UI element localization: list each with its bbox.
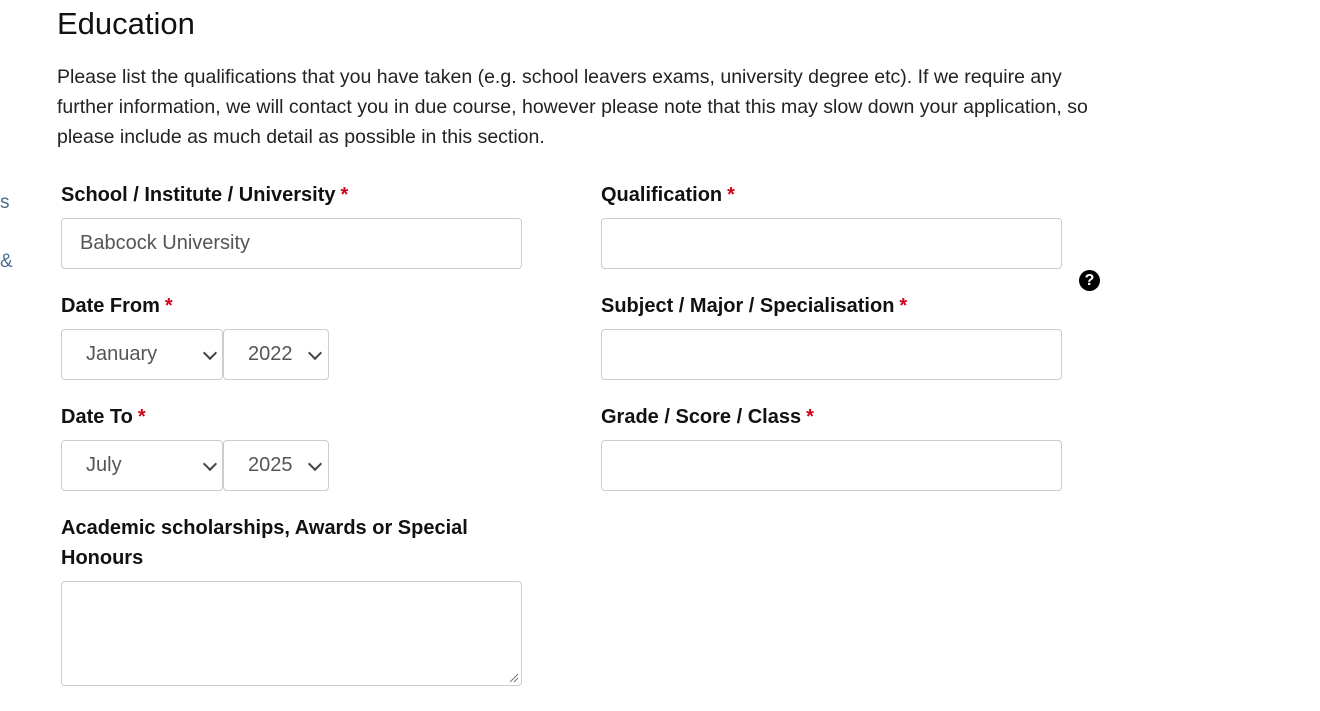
date-from-year-select[interactable]: 2022 <box>223 329 329 380</box>
date-to-month-select[interactable]: July <box>61 440 223 491</box>
grade-label: Grade / Score / Class * <box>601 402 814 432</box>
date-from-year-value: 2022 <box>248 343 293 365</box>
subject-input[interactable] <box>601 329 1062 380</box>
date-to-year-select[interactable]: 2025 <box>223 440 329 491</box>
required-marker: * <box>727 184 735 206</box>
sidebar-fragment[interactable]: & <box>0 251 13 273</box>
section-title: Education <box>57 6 195 41</box>
qualification-label: Qualification * <box>601 180 735 210</box>
date-from-month-value: January <box>86 343 158 365</box>
section-intro: Please list the qualifications that you … <box>57 66 1088 148</box>
qualification-label-text: Qualification <box>601 184 723 206</box>
chevron-down-icon <box>307 456 323 472</box>
subject-label: Subject / Major / Specialisation * <box>601 291 907 321</box>
school-label: School / Institute / University * <box>61 180 348 210</box>
chevron-down-icon <box>202 345 218 361</box>
required-marker: * <box>137 406 146 428</box>
awards-textarea[interactable] <box>61 581 522 686</box>
date-to-label: Date To * <box>61 402 146 432</box>
school-input[interactable] <box>61 218 522 269</box>
sidebar-fragment[interactable]: s <box>0 192 10 214</box>
date-from-label: Date From * <box>61 291 173 321</box>
required-marker: * <box>164 295 173 317</box>
chevron-down-icon <box>202 456 218 472</box>
resize-grip-icon[interactable] <box>507 671 519 683</box>
qualification-input[interactable] <box>601 218 1062 269</box>
chevron-down-icon <box>307 345 323 361</box>
school-label-text: School / Institute / University <box>61 184 336 206</box>
education-form-page: s & Education Please list the qualificat… <box>0 0 1320 711</box>
awards-label: Academic scholarships, Awards or Special… <box>61 517 468 569</box>
date-to-year-value: 2025 <box>248 454 293 476</box>
date-to-label-text: Date To <box>61 406 133 428</box>
required-marker: * <box>806 406 814 428</box>
required-marker: * <box>340 184 349 206</box>
date-from-label-text: Date From <box>61 295 160 317</box>
date-from-month-select[interactable]: January <box>61 329 223 380</box>
subject-label-text: Subject / Major / Specialisation <box>601 295 895 317</box>
required-marker: * <box>899 295 908 317</box>
grade-label-text: Grade / Score / Class <box>601 406 802 428</box>
grade-input[interactable] <box>601 440 1062 491</box>
question-circle-icon[interactable]: ? <box>1079 270 1100 291</box>
date-to-month-value: July <box>86 454 122 476</box>
